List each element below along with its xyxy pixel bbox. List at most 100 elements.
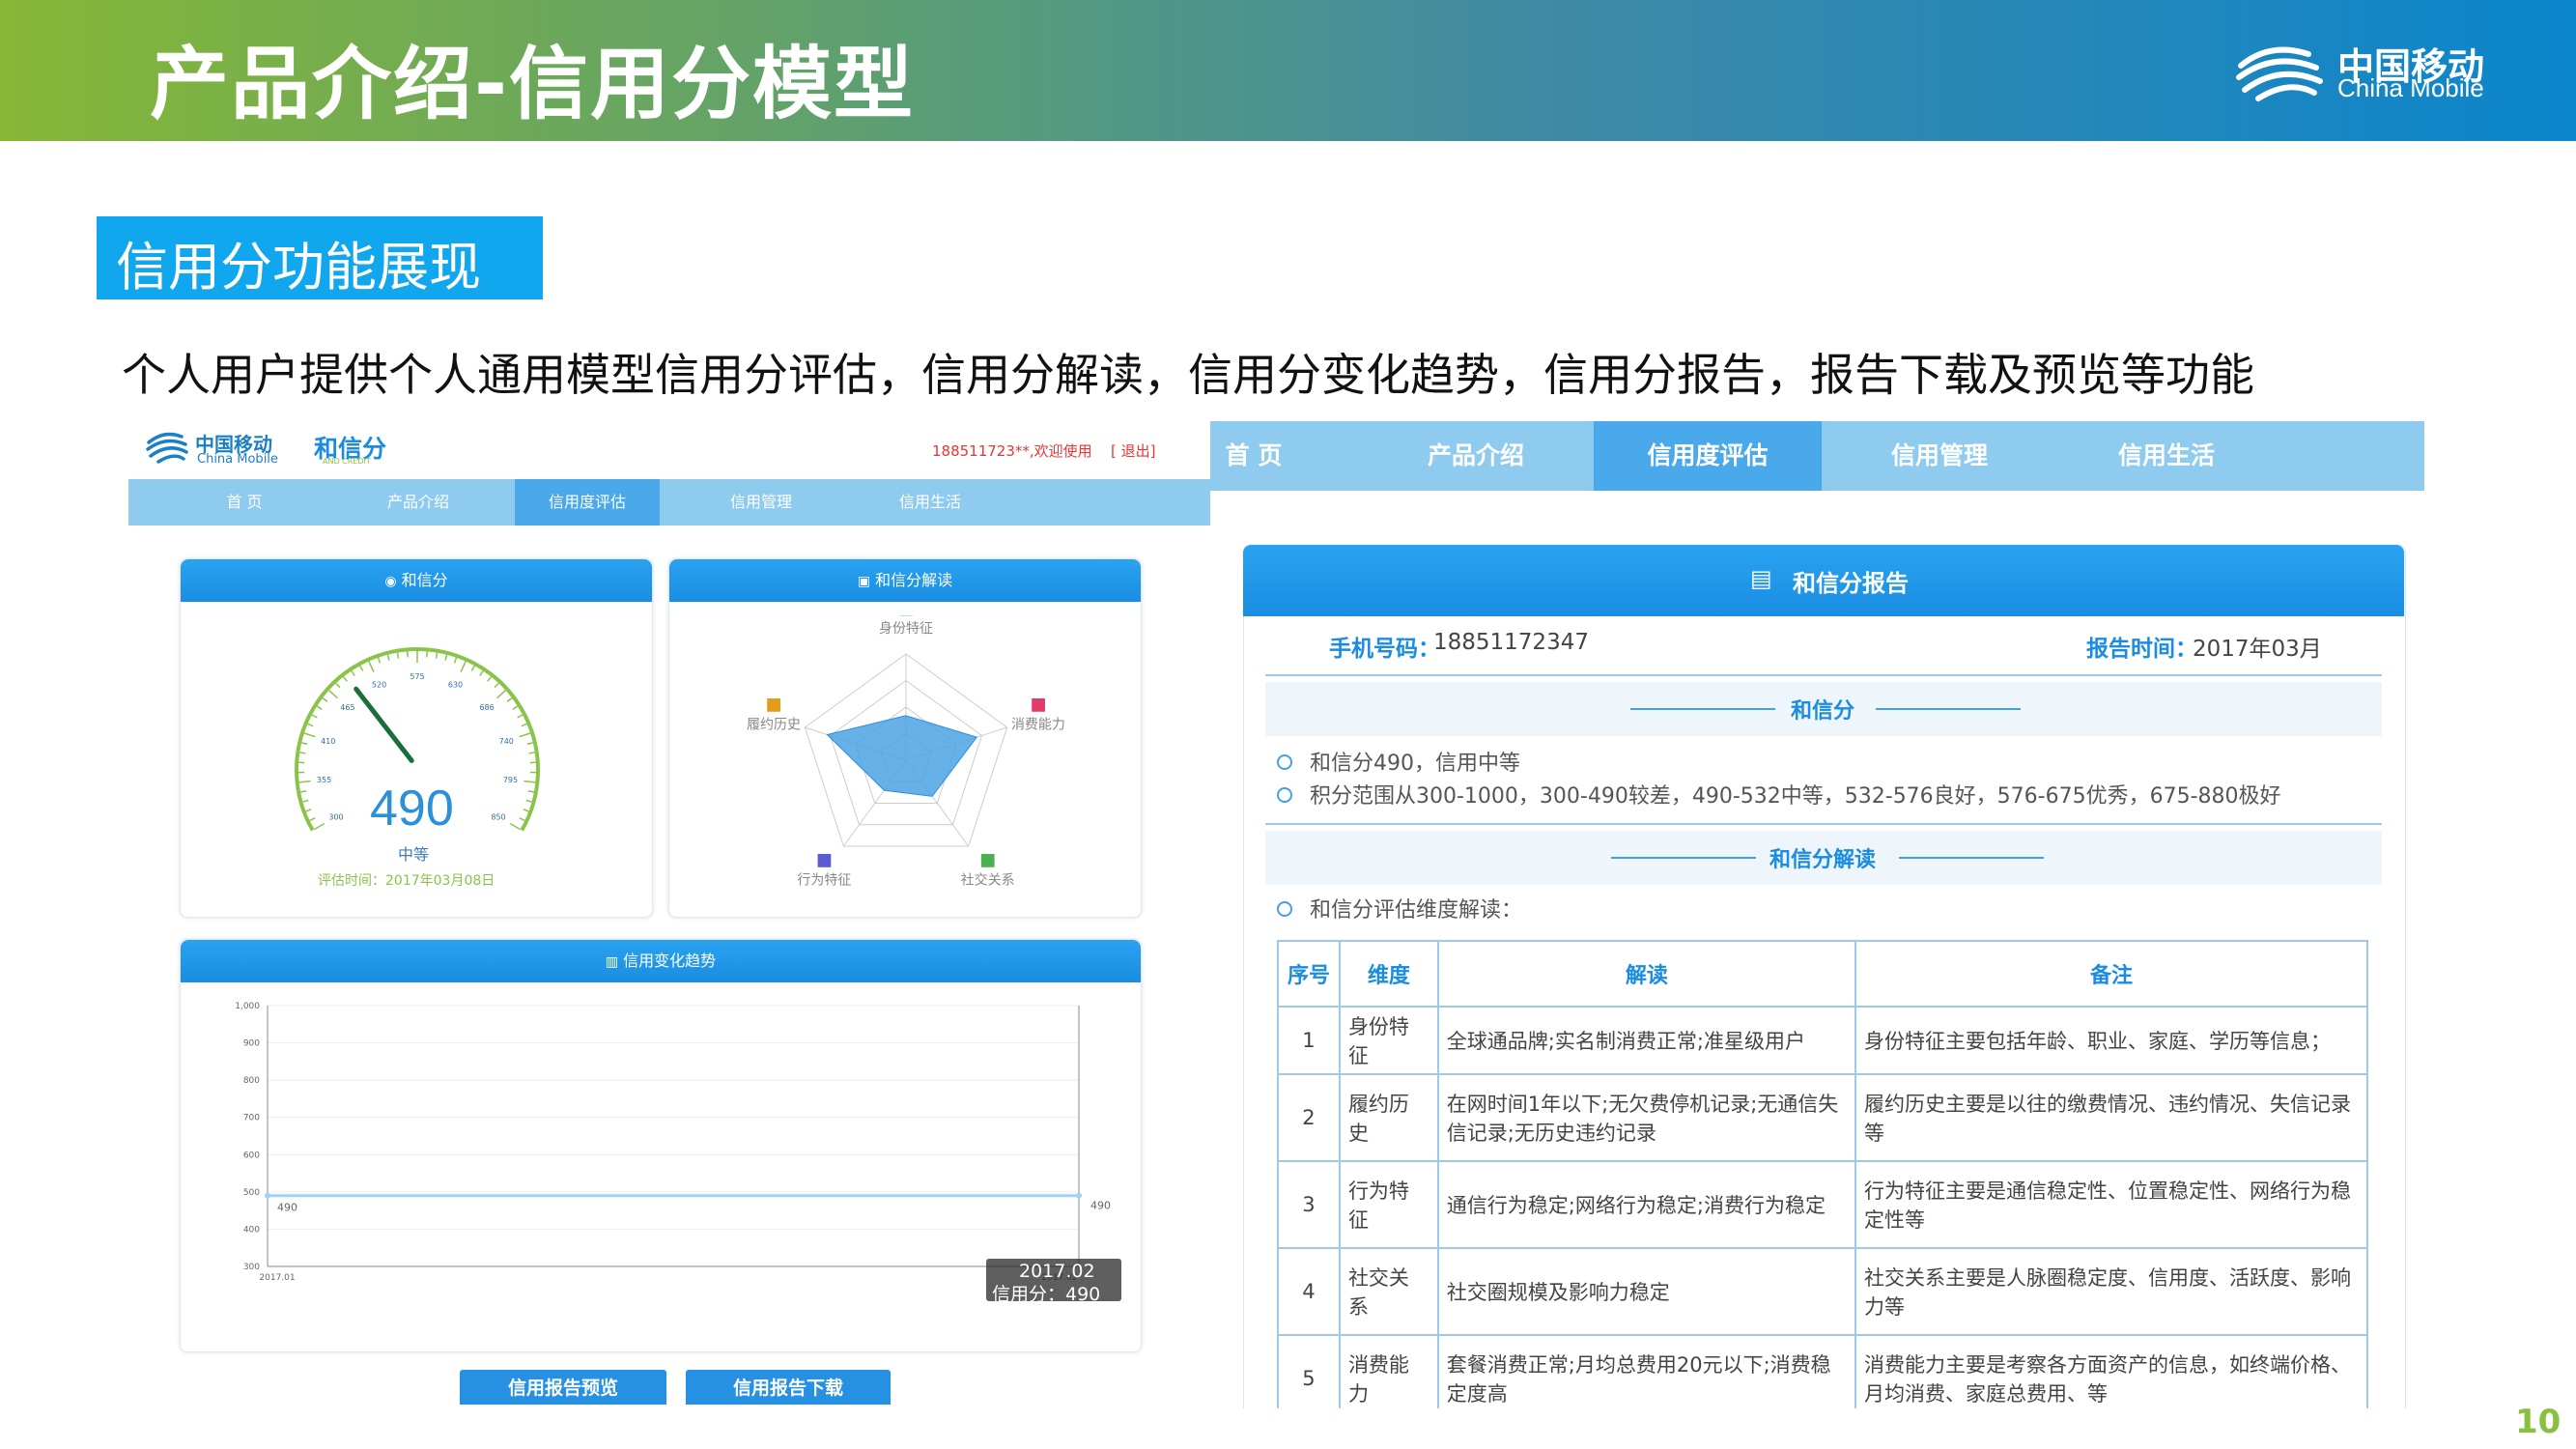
china-mobile-small-logo-icon [146,432,188,464]
right-nav-bar: 首 页 产品介绍 信用度评估 信用管理 信用生活 [1210,421,2424,491]
trend-tooltip: 2017.02 信用分：490 [986,1259,1121,1305]
gauge-tick [359,665,364,671]
gauge-tick [526,742,533,746]
gauge-tick [435,652,439,659]
gauge-tick-label: 795 [503,776,518,784]
document-icon: ▤ [1750,565,1772,592]
table-cell: 2 [1277,1073,1341,1162]
gauge-tick [479,670,484,676]
right-nav-credit-manage[interactable]: 信用管理 [1857,421,2022,491]
gauge-tick [328,690,339,699]
right-nav-credit-life[interactable]: 信用生活 [2084,421,2249,491]
table-cell: 1 [1277,1006,1341,1075]
gauge-tick [309,817,316,822]
gauge-tick [300,790,307,793]
left-nav-credit-eval[interactable]: 信用度评估 [515,479,660,526]
trend-ytick-label: 400 [243,1225,260,1235]
gauge-tick [301,742,308,746]
table-cell: 行为特征 [1338,1160,1439,1249]
gauge-tick [506,697,513,702]
report-time-value: 2017年03月 [2193,637,2322,662]
gauge-tick [322,697,328,702]
gauge-tick [298,780,311,783]
trend-ytick-label: 700 [243,1114,260,1123]
score-panel-title: 和信分 [401,571,448,589]
gauge-tick [406,651,409,658]
gauge-tick [305,809,312,812]
score-section-title: 和信分 [1791,699,1855,724]
page-number: 10 [2515,1403,2562,1441]
radar-axis-icon: ■ [979,849,996,869]
gauge-tick [524,780,536,783]
table-header: 维度 [1338,940,1439,1008]
trend-ytick-label: 500 [243,1188,260,1198]
gauge-tick-label: 575 [410,672,424,681]
gauge-tick [495,690,506,699]
reading-section-header: 和信分解读 [1265,831,2382,885]
bullet-icon [1277,754,1292,770]
gauge-tick-label: 850 [491,813,505,822]
left-logo-en: China Mobile [197,452,278,467]
logout-link[interactable]: [ 退出] [1111,440,1155,461]
radar-axis-label: 社交关系 [961,871,1015,888]
radar-axis-label: 消费能力 [1011,718,1065,733]
left-nav-credit-manage[interactable]: 信用管理 [679,479,843,526]
table-cell: 履约历史 [1338,1073,1439,1162]
trend-chart: 300 400 500 600 700 800 900 1,000 2017.01 2017.02… [235,1002,1111,1283]
gauge-tick-label: 686 [479,703,494,712]
gauge-tick [303,732,316,738]
right-nav-home[interactable]: 首 页 [1210,421,1297,491]
trend-panel: ▥ 信用变化趋势 300 400 500 600 700 800 900 1,000 2017.… [180,939,1142,1352]
gauge-tick [470,665,475,671]
table-cell: 身份特征 [1338,1006,1439,1075]
bullet-icon [1277,901,1292,917]
table-row: 3 行为特征 通信行为稳定;网络行为稳定;消费行为稳定 行为特征主要是通信稳定性… [1277,1160,2369,1249]
report-time-label: 报告时间： [2086,637,2197,662]
trend-point [265,1192,270,1199]
gauge-needle [354,686,414,763]
left-nav-credit-life[interactable]: 信用生活 [848,479,1012,526]
crop-mask [1236,1408,2415,1449]
divider [1265,674,2382,676]
left-nav-product[interactable]: 产品介绍 [331,479,505,526]
reading-intro: 和信分评估维度解读： [1310,898,1523,923]
china-mobile-logo-icon [2236,46,2323,101]
gauge-tick [368,661,375,672]
gauge-tick [343,676,348,682]
score-value: 490 [370,781,454,837]
right-nav-credit-eval[interactable]: 信用度评估 [1594,421,1822,491]
gauge-tick [444,654,448,661]
gauge-tick [509,822,521,831]
slide-description: 个人用户提供个人通用模型信用分评估，信用分解读，信用分变化趋势，信用分报告，报告… [122,349,2254,401]
trend-xtick-label: 2017.01 [259,1273,295,1283]
gauge-tick-label: 300 [328,813,343,822]
book-icon: ▣ [857,574,871,589]
gauge-tick [377,657,382,664]
gauge-tick-label: 520 [372,680,386,689]
gauge-tick [521,723,527,727]
table-cell: 通信行为稳定;网络行为稳定;消费行为稳定 [1436,1160,1856,1249]
gauge-tick [351,670,355,676]
gauge-tick-label: 740 [499,737,514,746]
table-cell: 行为特征主要是通信稳定性、位置稳定性、网络行为稳定性等 [1854,1160,2369,1249]
gauge-tick [512,705,519,710]
eval-time: 评估时间：2017年03月08日 [318,873,495,889]
reading-section-title: 和信分解读 [1769,848,1877,872]
report-preview-button[interactable]: 信用报告预览 [460,1370,666,1405]
report-download-button[interactable]: 信用报告下载 [686,1370,891,1405]
gauge-tick [307,723,314,727]
right-nav-product[interactable]: 产品介绍 [1394,421,1558,491]
trend-point-label: 490 [1090,1200,1111,1212]
radar-panel: ▣ 和信分解读 ■ 身份特征 ■ 消费能力 ■ 社交关系 ■ 行为特征 ■ 履约历史 [668,558,1142,918]
gauge-tick [316,705,323,710]
trend-panel-header: ▥ 信用变化趋势 [181,940,1141,982]
score-line-1: 和信分490，信用中等 [1310,752,1520,776]
radar-axis-icon: ■ [897,615,914,618]
table-cell: 履约历史主要是以往的缴费情况、违约情况、失信记录等 [1854,1073,2369,1162]
table-header-row: 序号 维度 解读 备注 [1277,940,2369,1008]
trend-panel-title: 信用变化趋势 [623,952,717,970]
left-nav-home[interactable]: 首 页 [172,479,317,526]
eye-icon: ◉ [384,574,397,589]
radar-chart: ■ 身份特征 ■ 消费能力 ■ 社交关系 ■ 行为特征 ■ 履约历史 [747,615,1065,888]
trend-ytick-label: 800 [243,1076,260,1086]
